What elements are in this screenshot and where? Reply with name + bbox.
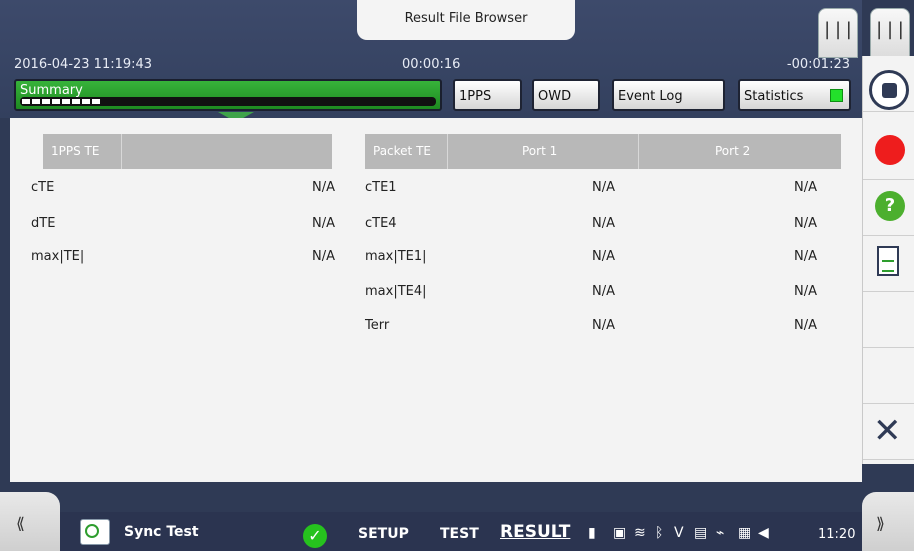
packet-row-port2: N/A — [794, 318, 817, 333]
1pps-row-value: N/A — [312, 216, 335, 231]
packet-row-label: max|TE1| — [365, 249, 427, 264]
result-file-browser-tab[interactable]: Result File Browser — [357, 0, 575, 40]
1pps-row-label: cTE — [31, 180, 55, 195]
1pps-row-value: N/A — [312, 249, 335, 264]
packet-table-header: Packet TE Port 1 Port 2 — [365, 134, 841, 169]
close-cell: ✕ — [863, 404, 914, 460]
1pps-button[interactable]: 1PPS — [453, 79, 522, 111]
packet-row-port1: N/A — [592, 249, 615, 264]
packet-row-port2: N/A — [794, 284, 817, 299]
elapsed-time: 00:00:16 — [402, 57, 461, 72]
voltage-icon: V — [674, 525, 684, 541]
1pps-row-label: dTE — [31, 216, 56, 231]
wifi-icon: ≋ — [634, 525, 646, 541]
right-arrows-icon: ⟫ — [876, 514, 885, 533]
empty-cell-1 — [863, 292, 914, 348]
power-icon: ▮ — [588, 525, 596, 541]
remaining-time: -00:01:23 — [786, 57, 850, 72]
network-icon: ▦ — [738, 525, 752, 541]
port2-header: Port 2 — [715, 144, 751, 158]
owd-button[interactable]: OWD — [532, 79, 600, 111]
statistics-label: Statistics — [744, 89, 804, 104]
port1-header: Port 1 — [522, 144, 558, 158]
summary-button[interactable]: Summary — [14, 79, 442, 111]
packet-row-port2: N/A — [794, 216, 817, 231]
1pps-header-label: 1PPS TE — [51, 144, 100, 158]
nav-test[interactable]: TEST — [440, 526, 479, 542]
summary-label: Summary — [20, 83, 83, 98]
report-cell — [863, 236, 914, 292]
record-cell — [863, 124, 914, 180]
help-icon[interactable]: ? — [875, 191, 905, 221]
nav-setup[interactable]: SETUP — [358, 526, 409, 542]
packet-row-label: Terr — [365, 318, 390, 333]
packet-row-label: cTE4 — [365, 216, 397, 231]
packet-row-label: max|TE4| — [365, 284, 427, 299]
help-cell: ? — [863, 180, 914, 236]
1pps-row-label: max|TE| — [31, 249, 85, 264]
left-expand-tab[interactable]: ⟪ — [0, 492, 60, 551]
packet-row-port1: N/A — [592, 180, 615, 195]
packet-row-port2: N/A — [794, 249, 817, 264]
event-log-button[interactable]: Event Log — [612, 79, 725, 111]
header: Result File Browser 2016-04-23 11:19:43 … — [0, 0, 862, 118]
status-indicator-icon — [830, 89, 843, 102]
check-icon: ✓ — [303, 524, 327, 548]
panel-tab-1[interactable]: ||| — [818, 8, 858, 58]
packet-row-label: cTE1 — [365, 180, 397, 195]
packet-row-port1: N/A — [592, 318, 615, 333]
statistics-button[interactable]: Statistics — [738, 79, 851, 111]
nav-result[interactable]: RESULT — [500, 522, 570, 542]
packet-header-label: Packet TE — [373, 144, 431, 158]
right-expand-tab[interactable]: ⟫ — [862, 492, 914, 551]
packet-row-port2: N/A — [794, 180, 817, 195]
datetime: 2016-04-23 11:19:43 — [14, 57, 153, 72]
terminal-icon: ▤ — [694, 525, 708, 541]
left-arrows-icon: ⟪ — [16, 514, 25, 533]
clock: 11:20 — [818, 527, 856, 542]
panel-tab-2[interactable]: ||| — [870, 8, 910, 58]
packet-row-port1: N/A — [592, 284, 615, 299]
app-name: Sync Test — [124, 524, 199, 540]
antenna-icon: ⌁ — [716, 525, 725, 541]
1pps-table-header: 1PPS TE — [43, 134, 332, 169]
bluetooth-icon: ᛒ — [655, 525, 664, 541]
sync-test-app-icon[interactable] — [80, 519, 110, 545]
report-icon[interactable] — [877, 246, 899, 276]
1pps-row-value: N/A — [312, 180, 335, 195]
camera-icon: ▣ — [613, 525, 627, 541]
speaker-icon: ◀ — [758, 525, 769, 541]
progress-indicator — [22, 99, 102, 104]
results-content: 1PPS TE Packet TE Port 1 Port 2 cTE N/A … — [10, 118, 862, 482]
record-icon[interactable] — [875, 135, 905, 165]
right-panel: ? ✕ — [862, 56, 914, 464]
close-icon[interactable]: ✕ — [873, 414, 902, 448]
stop-icon[interactable] — [869, 70, 909, 110]
packet-row-port1: N/A — [592, 216, 615, 231]
stop-cell — [863, 56, 914, 112]
empty-cell-2 — [863, 348, 914, 404]
